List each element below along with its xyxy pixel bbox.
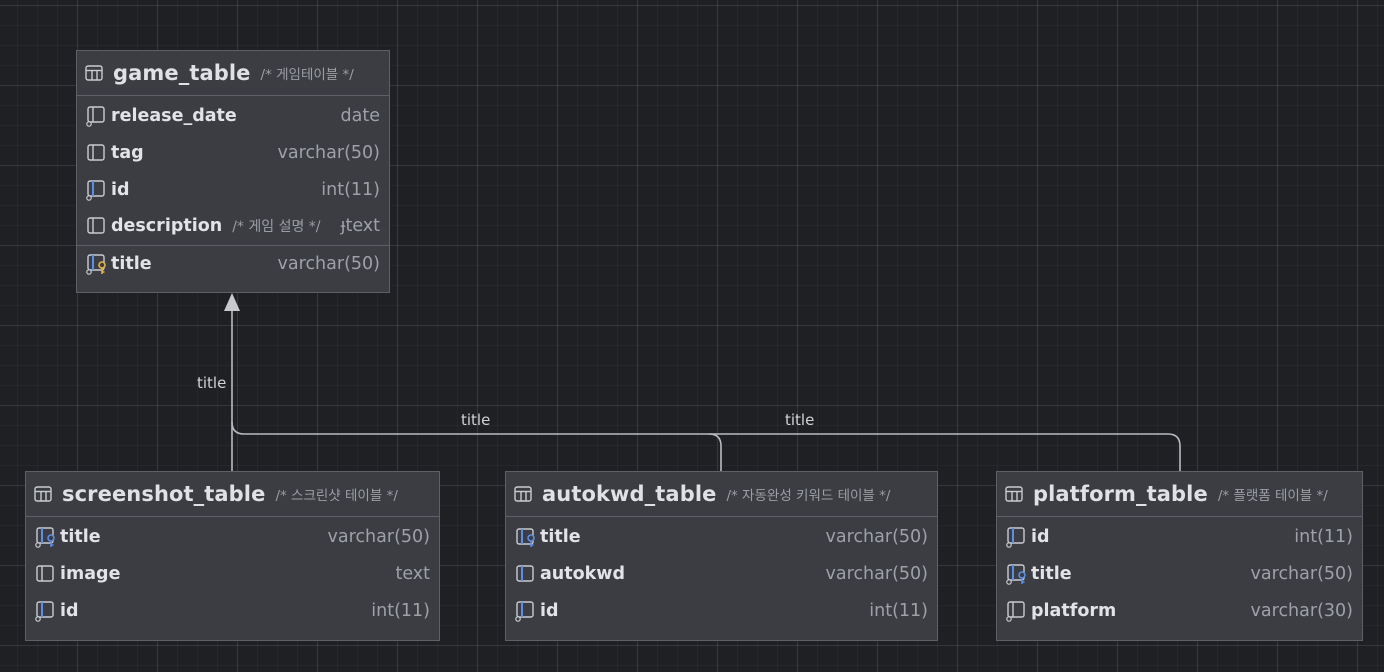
indexed-column-icon — [35, 601, 54, 622]
platform-table[interactable]: platform_table /* 플랫폼 테이블 */ id int(11) — [996, 471, 1363, 641]
table-icon — [85, 65, 103, 81]
column-type: ɟtext — [340, 216, 380, 237]
column-row-id[interactable]: id int(11) — [26, 592, 439, 629]
column-row-release-date[interactable]: release_date date — [77, 98, 389, 135]
table-name: game_table — [113, 61, 251, 85]
table-icon — [514, 486, 532, 502]
column-row-title[interactable]: title varchar(50) — [77, 244, 389, 283]
table-name: screenshot_table — [62, 482, 266, 506]
column-row-title[interactable]: title varchar(50) — [26, 519, 439, 556]
table-header[interactable]: screenshot_table /* 스크린샷 테이블 */ — [26, 472, 439, 517]
column-name: image — [60, 564, 121, 585]
table-comment: /* 게임테이블 */ — [260, 67, 354, 83]
column-type: varchar(50) — [1250, 564, 1353, 585]
screenshot-table[interactable]: screenshot_table /* 스크린샷 테이블 */ title va… — [25, 471, 440, 641]
autokwd-table[interactable]: autokwd_table /* 자동완성 키워드 테이블 */ title v… — [505, 471, 938, 641]
game-table[interactable]: game_table /* 게임테이블 */ release_date date… — [76, 50, 390, 293]
column-type: int(11) — [1294, 527, 1353, 548]
column-type: varchar(50) — [825, 564, 928, 585]
column-name: tag — [111, 143, 144, 164]
table-name: autokwd_table — [542, 482, 717, 506]
foreign-key-column-icon — [516, 528, 535, 548]
column-type: varchar(50) — [277, 143, 380, 164]
table-header[interactable]: platform_table /* 플랫폼 테이블 */ — [997, 472, 1362, 517]
link-arrowhead — [224, 293, 240, 311]
link-autokwd-to-game — [231, 421, 722, 471]
column-name: platform — [1031, 600, 1117, 621]
column-type: varchar(50) — [327, 527, 430, 548]
column-name: id — [540, 600, 559, 621]
column-icon — [87, 144, 105, 161]
table-comment: /* 플랫폼 테이블 */ — [1217, 488, 1328, 504]
column-name: id — [1031, 527, 1050, 548]
column-type: int(11) — [869, 600, 928, 621]
column-type: text — [395, 564, 430, 585]
column-row-autokwd[interactable]: autokwd varchar(50) — [506, 556, 937, 593]
indexed-column-icon — [86, 180, 105, 201]
indexed-column-icon — [1006, 527, 1025, 549]
column-type: varchar(50) — [277, 254, 380, 275]
table-header[interactable]: autokwd_table /* 자동완성 키워드 테이블 */ — [506, 472, 937, 517]
table-comment: /* 스크린샷 테이블 */ — [275, 488, 398, 504]
column-name: id — [111, 179, 130, 200]
column-row-platform[interactable]: platform varchar(30) — [997, 592, 1362, 629]
column-row-title[interactable]: title varchar(50) — [997, 556, 1362, 593]
column-name: autokwd — [540, 564, 625, 585]
table-icon — [34, 486, 52, 502]
column-type: int(11) — [321, 179, 380, 200]
column-row-description[interactable]: description /* 게임 설명 */ ɟtext — [77, 208, 389, 245]
column-name: title — [111, 254, 152, 275]
column-row-tag[interactable]: tag varchar(50) — [77, 135, 389, 172]
indexed-column-icon — [515, 601, 534, 622]
indexed-column-icon — [86, 106, 105, 128]
foreign-key-column-icon — [35, 527, 55, 549]
column-name: title — [60, 527, 101, 548]
foreign-key-column-icon — [1006, 564, 1026, 585]
column-comment: /* 게임 설명 */ — [232, 219, 321, 236]
column-row-id[interactable]: id int(11) — [506, 592, 937, 629]
column-icon — [516, 565, 534, 582]
column-row-id[interactable]: id int(11) — [997, 519, 1362, 556]
indexed-column-icon — [1006, 601, 1025, 622]
column-icon — [36, 565, 54, 582]
er-diagram-canvas[interactable]: title title title game_table /* 게임테이블 */… — [0, 0, 1384, 672]
primary-key-column-icon — [86, 254, 106, 275]
column-row-image[interactable]: image text — [26, 556, 439, 593]
link-label-autokwd: title — [461, 411, 491, 429]
column-type: varchar(30) — [1250, 600, 1353, 621]
column-name: title — [1031, 564, 1072, 585]
table-header[interactable]: game_table /* 게임테이블 */ — [77, 51, 389, 96]
link-label-platform: title — [785, 411, 815, 429]
column-icon — [87, 217, 105, 235]
link-platform-to-game — [709, 433, 1181, 471]
column-type: int(11) — [371, 600, 430, 621]
table-name: platform_table — [1033, 482, 1208, 506]
table-comment: /* 자동완성 키워드 테이블 */ — [726, 488, 891, 504]
column-type: varchar(50) — [825, 527, 928, 548]
column-name: release_date — [111, 106, 237, 127]
column-name: description — [111, 216, 223, 237]
column-row-id[interactable]: id int(11) — [77, 171, 389, 208]
column-type: date — [340, 106, 380, 127]
column-name: id — [60, 600, 79, 621]
link-label-screenshot: title — [197, 374, 227, 392]
column-name: title — [540, 527, 581, 548]
column-row-title[interactable]: title varchar(50) — [506, 519, 937, 556]
table-icon — [1005, 486, 1023, 502]
